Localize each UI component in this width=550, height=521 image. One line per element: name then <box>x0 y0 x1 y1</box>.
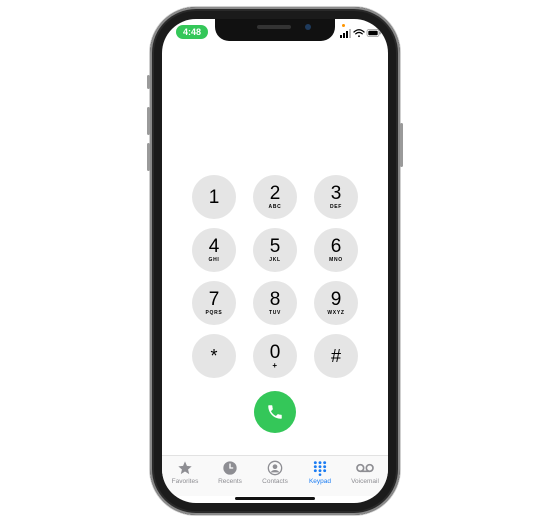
tab-bar: Favorites Recents Contacts Keypad Voicem… <box>162 455 388 496</box>
phone-frame: 4:48 1 2 ABC 3 DEF 4 GHI 5 JKL 6 MNO 7 P… <box>147 7 403 515</box>
key-letters: + <box>272 361 278 370</box>
key-number: 4 <box>208 235 220 257</box>
status-icons <box>340 29 381 38</box>
key-5[interactable]: 5 JKL <box>253 228 297 272</box>
tab-contacts[interactable]: Contacts <box>252 460 298 492</box>
notch <box>215 19 335 41</box>
key-number: 8 <box>269 288 281 310</box>
person-circle-icon <box>267 460 283 476</box>
key-letters: MNO <box>329 256 343 263</box>
key-number: 1 <box>208 186 220 208</box>
power-button <box>400 123 403 167</box>
key-letters: WXYZ <box>327 309 345 316</box>
mic-indicator-dot <box>342 24 345 27</box>
key-9[interactable]: 9 WXYZ <box>314 281 358 325</box>
key-letters: ABC <box>268 203 282 210</box>
tab-label: Favorites <box>171 478 199 485</box>
key-4[interactable]: 4 GHI <box>192 228 236 272</box>
key-letters: GHI <box>208 256 220 263</box>
front-camera <box>305 24 311 30</box>
tab-keypad[interactable]: Keypad <box>297 460 343 492</box>
tab-voicemail[interactable]: Voicemail <box>342 460 388 492</box>
key-number: 9 <box>330 288 342 310</box>
volume-up-button <box>147 107 150 135</box>
speaker-grille <box>257 25 291 29</box>
key-1[interactable]: 1 <box>192 175 236 219</box>
key-hash[interactable]: # <box>314 334 358 378</box>
home-indicator[interactable] <box>235 497 315 500</box>
clock-icon <box>223 461 237 475</box>
key-8[interactable]: 8 TUV <box>253 281 297 325</box>
keypad: 1 2 ABC 3 DEF 4 GHI 5 JKL 6 MNO 7 PQRS 8… <box>192 175 358 385</box>
key-number: 6 <box>330 235 342 257</box>
key-0[interactable]: 0 + <box>253 334 297 378</box>
tab-label: Recents <box>218 478 242 485</box>
wifi-icon <box>353 29 365 38</box>
key-letters: JKL <box>269 256 281 263</box>
volume-down-button <box>147 143 150 171</box>
mute-switch <box>147 75 150 89</box>
key-letters: TUV <box>268 309 282 316</box>
key-star[interactable]: * <box>192 334 236 378</box>
signal-icon <box>340 29 351 38</box>
phone-screen: 4:48 1 2 ABC 3 DEF 4 GHI 5 JKL 6 MNO 7 P… <box>162 19 388 503</box>
key-7[interactable]: 7 PQRS <box>192 281 236 325</box>
status-time[interactable]: 4:48 <box>176 25 208 39</box>
keypad-grid-icon <box>313 461 327 476</box>
key-number: 0 <box>269 342 281 363</box>
call-button[interactable] <box>254 391 296 433</box>
tab-label: Voicemail <box>351 478 379 485</box>
tab-label: Contacts <box>262 478 288 485</box>
key-6[interactable]: 6 MNO <box>314 228 358 272</box>
phone-icon <box>268 405 282 419</box>
key-number: 5 <box>269 235 281 257</box>
tab-recents[interactable]: Recents <box>207 460 253 492</box>
star-icon <box>178 461 192 475</box>
key-3[interactable]: 3 DEF <box>314 175 358 219</box>
key-number: 7 <box>208 288 220 310</box>
voicemail-icon <box>356 463 374 473</box>
key-2[interactable]: 2 ABC <box>253 175 297 219</box>
key-letters: DEF <box>329 203 343 210</box>
key-number: 3 <box>330 182 342 204</box>
tab-label: Keypad <box>308 478 332 485</box>
battery-icon <box>366 29 381 37</box>
key-letters: PQRS <box>205 309 223 316</box>
key-number: * <box>210 346 218 366</box>
key-number: 2 <box>269 182 281 204</box>
key-number: # <box>330 346 341 366</box>
tab-favorites[interactable]: Favorites <box>162 460 208 492</box>
